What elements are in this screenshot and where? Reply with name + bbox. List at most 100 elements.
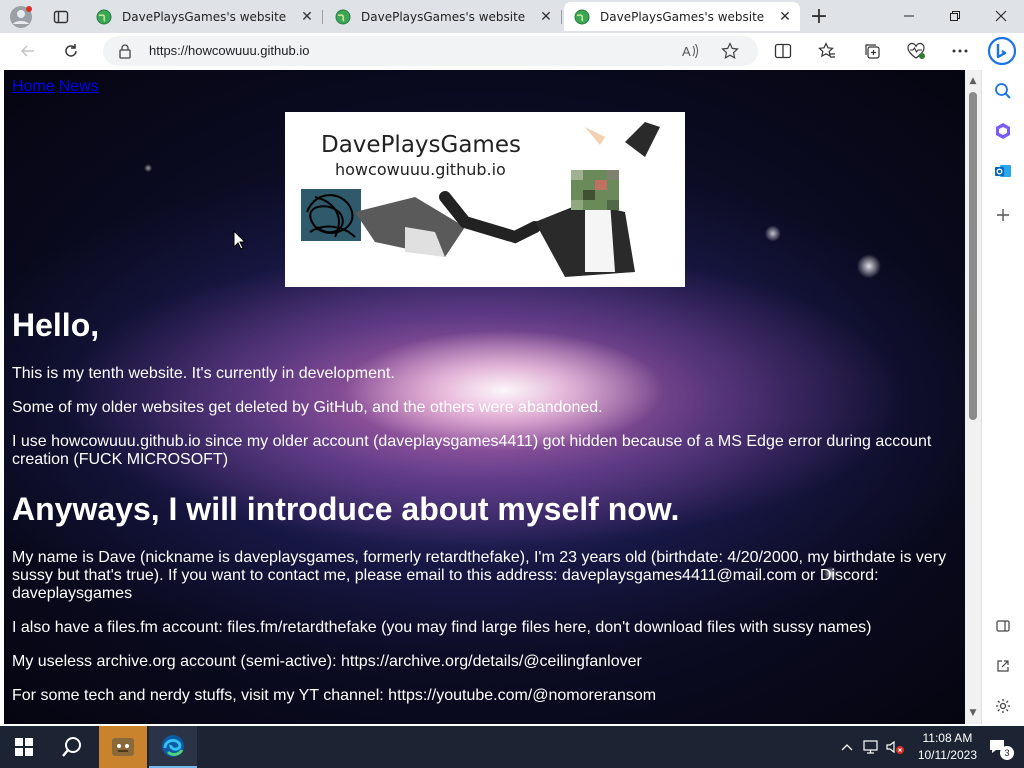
- scroll-up-arrow-icon[interactable]: ▲: [968, 76, 978, 86]
- page-content: Hello, This is my tenth website. It's cu…: [12, 307, 952, 721]
- browser-essentials-button[interactable]: [901, 37, 931, 65]
- show-hidden-icons-button[interactable]: [838, 726, 856, 768]
- lock-icon[interactable]: [118, 43, 132, 59]
- about-paragraph: My name is Dave (nickname is daveplaysga…: [12, 549, 947, 602]
- heartbeat-icon: [907, 42, 925, 59]
- network-button[interactable]: [860, 726, 882, 768]
- collections-button[interactable]: [857, 37, 887, 65]
- tab-title: DavePlaysGames's website: [122, 9, 287, 24]
- minimize-icon: [904, 15, 914, 17]
- new-tab-button[interactable]: +: [804, 2, 834, 31]
- scroll-down-arrow-icon[interactable]: ▼: [968, 708, 978, 718]
- minimize-button[interactable]: [886, 0, 932, 32]
- intro-paragraph: I use howcowuuu.github.io since my older…: [12, 433, 932, 468]
- hide-sidebar-icon: [996, 620, 1010, 632]
- favorites-button[interactable]: [812, 37, 842, 65]
- url-text[interactable]: https://howcowuuu.github.io: [149, 43, 309, 58]
- back-button[interactable]: [13, 37, 43, 65]
- sidebar-hide-button[interactable]: [988, 611, 1018, 641]
- split-screen-button[interactable]: [768, 37, 798, 65]
- office-icon: [996, 123, 1010, 139]
- start-button[interactable]: [0, 726, 48, 768]
- chevron-up-icon: [841, 744, 853, 751]
- address-bar[interactable]: https://howcowuuu.github.io A: [103, 36, 758, 66]
- globe-favicon-icon: [335, 9, 351, 24]
- search-icon: [995, 83, 1011, 99]
- intro-paragraph: Some of my older websites get deleted by…: [12, 399, 603, 416]
- about-paragraph: My useless archive.org account (semi-act…: [12, 653, 642, 670]
- notification-count-badge: 3: [1000, 746, 1014, 760]
- speaker-muted-icon: [886, 740, 904, 754]
- sidebar-office-button[interactable]: [988, 116, 1018, 146]
- site-banner-image: DavePlaysGames howcowuuu.github.io: [285, 112, 685, 287]
- tab-actions-icon[interactable]: [46, 2, 76, 31]
- more-dots-icon: [952, 49, 968, 53]
- svg-text:A: A: [682, 44, 691, 59]
- close-tab-icon[interactable]: ✕: [296, 6, 318, 28]
- outlook-icon: [995, 165, 1011, 177]
- taskbar-clock[interactable]: 11:08 AM 10/11/2023: [918, 730, 977, 764]
- clock-date: 10/11/2023: [917, 748, 977, 762]
- sidebar-outlook-button[interactable]: [988, 156, 1018, 186]
- plus-icon: [997, 209, 1009, 221]
- intro-paragraph: This is my tenth website. It's currently…: [12, 365, 395, 382]
- sidebar-search-button[interactable]: [988, 76, 1018, 106]
- network-icon: [863, 740, 878, 754]
- heading-hello: Hello,: [12, 307, 100, 343]
- page-viewport[interactable]: Home News DavePlaysGames howcowuuu.github…: [4, 70, 965, 724]
- sidebar-add-button[interactable]: [988, 200, 1018, 230]
- globe-favicon-icon: [574, 9, 590, 24]
- nav-link-home[interactable]: Home: [12, 78, 55, 95]
- profile-avatar-icon[interactable]: [6, 2, 36, 31]
- taskbar-edge-button[interactable]: [149, 726, 197, 768]
- search-icon: [62, 737, 81, 757]
- browser-toolbar: https://howcowuuu.github.io A: [0, 33, 1024, 70]
- action-center-button[interactable]: 3: [980, 726, 1016, 768]
- heading-introduce: Anyways, I will introduce about myself n…: [12, 491, 680, 527]
- tab-title: DavePlaysGames's website: [600, 9, 765, 24]
- favorite-star-icon[interactable]: [721, 42, 739, 64]
- bing-icon: [987, 36, 1017, 66]
- close-tab-icon[interactable]: ✕: [535, 6, 557, 28]
- taskbar-search-button[interactable]: [48, 726, 96, 768]
- close-window-button[interactable]: [978, 0, 1024, 32]
- refresh-icon: [65, 44, 77, 57]
- sidebar-open-external-button[interactable]: [988, 651, 1018, 681]
- globe-favicon-icon: [96, 9, 112, 24]
- clock-time: 11:08 AM: [922, 731, 973, 745]
- gear-icon: [996, 699, 1010, 713]
- restore-icon: [950, 11, 960, 21]
- edge-logo-icon: [162, 735, 184, 757]
- settings-and-more-button[interactable]: [945, 37, 975, 65]
- close-icon: [995, 10, 1007, 22]
- mouse-cursor-icon: [233, 230, 247, 250]
- site-nav: Home News: [12, 78, 103, 96]
- restore-button[interactable]: [932, 0, 978, 32]
- scrollbar-thumb[interactable]: [969, 92, 977, 420]
- tab-3-active[interactable]: DavePlaysGames's website ✕: [564, 2, 800, 31]
- tab-strip: DavePlaysGames's website ✕ DavePlaysGame…: [0, 0, 1024, 33]
- about-paragraph: I also have a files.fm account: files.fm…: [12, 619, 872, 636]
- refresh-button[interactable]: [56, 37, 86, 65]
- read-aloud-icon[interactable]: A: [681, 42, 699, 64]
- close-tab-icon[interactable]: ✕: [774, 6, 796, 28]
- sidebar-settings-button[interactable]: [988, 691, 1018, 721]
- volume-button[interactable]: [884, 726, 906, 768]
- collections-icon: [865, 44, 880, 59]
- bing-copilot-button[interactable]: [986, 35, 1018, 67]
- tab-2[interactable]: DavePlaysGames's website ✕: [325, 2, 562, 31]
- favorites-icon: [818, 42, 835, 58]
- tab-1[interactable]: DavePlaysGames's website ✕: [86, 2, 323, 31]
- nav-link-news[interactable]: News: [59, 78, 99, 95]
- external-link-icon: [997, 660, 1009, 672]
- about-paragraph: For some tech and nerdy stuffs, visit my…: [12, 687, 657, 704]
- windows-logo-icon: [15, 738, 33, 756]
- taskbar-app-pinned[interactable]: [99, 726, 147, 768]
- windows-taskbar: 11:08 AM 10/11/2023 3: [0, 726, 1024, 768]
- vertical-scrollbar[interactable]: ▲ ▼: [965, 70, 981, 724]
- tab-title: DavePlaysGames's website: [361, 9, 526, 24]
- banner-illustration: [301, 122, 660, 277]
- edge-sidebar: [981, 70, 1024, 724]
- back-arrow-icon: [20, 45, 34, 57]
- cat-app-icon: [112, 738, 134, 756]
